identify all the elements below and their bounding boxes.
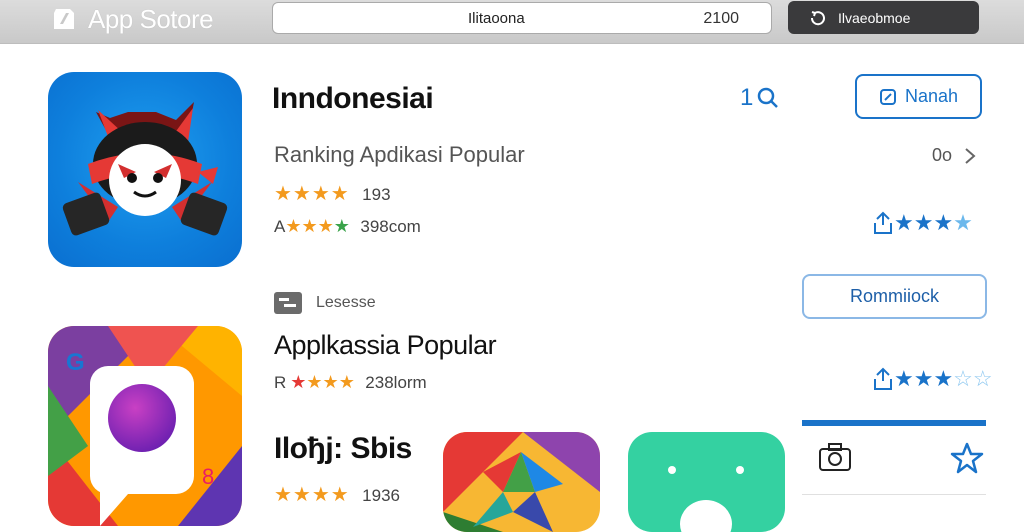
app-store-logo-icon [54,9,74,29]
multicolor-stars: ★★★ [285,216,334,236]
rating-count: 1936 [362,486,400,505]
star-rating: ★★★★ [274,484,350,506]
chevron-right-icon [965,147,976,164]
section-icon [274,292,302,314]
search-counter-value: 1 [740,84,754,111]
meta-prefix: A [274,217,286,236]
featured-app-title[interactable]: Inndonesiai [272,82,434,116]
section-button-label: Rommiiock [849,286,939,306]
pinwheel-icon [443,432,600,532]
featured-rating-row: ★★★★ 193 [274,181,391,206]
second-app-title[interactable]: Applkassia Popular [274,330,497,361]
photos-colorful-icon: G 8 [48,326,242,526]
app-name: App Sotore [88,3,214,34]
divider [802,494,986,495]
share-icon [874,211,892,234]
edit-icon [879,88,896,105]
camera-icon[interactable] [818,442,852,472]
second-right-rating[interactable]: ★★★☆☆ [872,366,993,392]
svg-text:G: G [66,349,85,376]
green-app-icon[interactable] [628,432,785,532]
rating-count: 193 [362,185,391,204]
second-meta-row: R ★★★★ 238lorm [274,372,427,393]
meta-text: 238lorm [365,373,427,392]
svg-text:8: 8 [202,464,214,489]
face-icon [668,466,744,532]
featured-app-subtitle: Ranking Apdikasi Popular [274,142,525,167]
second-app-icon[interactable]: G 8 [48,326,242,526]
featured-action-label: Nanah [904,86,959,106]
meta-text: 398com [360,217,421,236]
section-label: Lesesse [316,294,376,311]
search-input[interactable]: Ilitaoona 2100 [272,2,772,34]
share-icon [874,367,892,390]
star-icon[interactable] [950,442,984,474]
top-action-button[interactable]: Ilvaeobmoe [788,1,979,34]
search-icon [758,87,779,108]
green-star: ★ [333,216,350,236]
star-rating: ★★★★ [290,372,355,392]
featured-search-counter[interactable]: 1 [740,84,779,112]
featured-action-button[interactable]: Nanah [855,74,982,119]
section-header: Lesesse [274,292,376,314]
featured-right-rating[interactable]: ★★★★ [872,210,973,236]
star-rating: ★★★★ [274,183,350,205]
top-bar: App Sotore Ilitaoona 2100 Ilvaeobmoe [0,0,1024,44]
third-app-title[interactable]: Iloђj: Sbis [274,432,412,466]
meta-prefix: R [274,373,287,392]
featured-meta-row: A★★★★ 398com [274,216,421,237]
brand[interactable]: App Sotore [50,3,214,34]
more-text: 0o [932,145,953,165]
pinwheel-app-icon[interactable] [443,432,600,532]
ninja-mascot-icon [62,102,228,236]
featured-app-icon[interactable] [48,72,242,267]
search-query: Ilitaoona [468,10,525,27]
more-link[interactable]: 0o [932,145,976,166]
blue-star-rating: ★★★☆☆ [894,366,993,391]
search-result-count: 2100 [703,10,739,27]
top-action-label: Ilvaeobmoe [838,9,911,26]
refresh-icon [810,10,825,25]
third-rating-row: ★★★★ 1936 [274,482,400,507]
side-card [802,420,986,512]
blue-star-rating: ★★★★ [894,210,973,235]
section-button[interactable]: Rommiiock [802,274,987,319]
